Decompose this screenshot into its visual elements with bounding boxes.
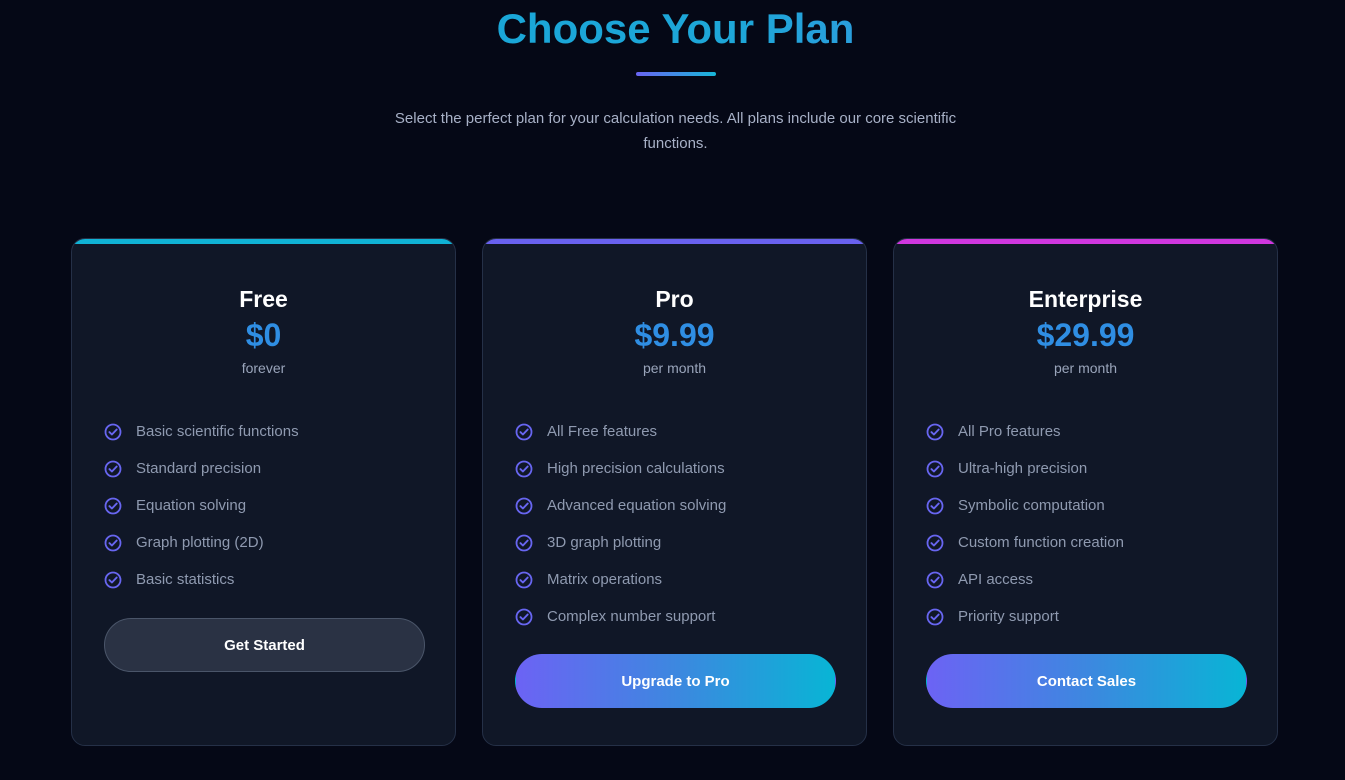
title-underline (636, 72, 716, 76)
check-circle-icon (515, 497, 533, 514)
check-circle-icon (515, 571, 533, 588)
pro-plan-features: All Free features High precision calcula… (515, 413, 835, 635)
feature-label: Matrix operations (547, 570, 663, 588)
enterprise-feature-api-access: API access (926, 561, 1246, 598)
feature-label: Priority support (958, 607, 1059, 625)
pro-feature-high-precision-calculations: High precision calculations (515, 450, 835, 487)
check-circle-icon (926, 534, 944, 551)
feature-label: Ultra-high precision (958, 459, 1088, 477)
free-plan-features: Basic scientific functions Standard prec… (104, 413, 424, 598)
check-circle-icon (104, 423, 122, 440)
free-plan-period: forever (241, 360, 286, 376)
check-circle-icon (104, 460, 122, 477)
feature-label: 3D graph plotting (547, 533, 662, 551)
enterprise-feature-symbolic-computation: Symbolic computation (926, 487, 1246, 524)
free-feature-graph-plotting-2d: Graph plotting (2D) (104, 524, 424, 561)
free-feature-equation-solving: Equation solving (104, 487, 424, 524)
check-circle-icon (926, 497, 944, 514)
pro-plan-price: $9.99 (634, 317, 715, 353)
pricing-page: Choose Your Plan Select the perfect plan… (0, 0, 1345, 780)
enterprise-feature-ultra-high-precision: Ultra-high precision (926, 450, 1246, 487)
pro-feature-all-free-features: All Free features (515, 413, 835, 450)
enterprise-plan-features: All Pro features Ultra-high precision Sy… (926, 413, 1246, 635)
check-circle-icon (104, 534, 122, 551)
feature-label: Complex number support (547, 607, 716, 625)
feature-label: Advanced equation solving (547, 496, 727, 514)
check-circle-icon (104, 497, 122, 514)
feature-label: Graph plotting (2D) (136, 533, 264, 551)
pro-plan-name: Pro (655, 286, 694, 312)
enterprise-feature-all-pro-features: All Pro features (926, 413, 1246, 450)
pro-feature-advanced-equation-solving: Advanced equation solving (515, 487, 835, 524)
contact-sales-button[interactable]: Contact Sales (926, 654, 1247, 708)
check-circle-icon (515, 423, 533, 440)
feature-label: Custom function creation (958, 533, 1124, 551)
enterprise-plan-price: $29.99 (1036, 317, 1135, 353)
feature-label: Symbolic computation (958, 496, 1105, 514)
enterprise-feature-custom-function-creation: Custom function creation (926, 524, 1246, 561)
pro-feature-complex-number-support: Complex number support (515, 598, 835, 635)
feature-label: Basic statistics (136, 570, 235, 588)
feature-label: Basic scientific functions (136, 422, 299, 440)
enterprise-feature-priority-support: Priority support (926, 598, 1246, 635)
check-circle-icon (515, 534, 533, 551)
feature-label: Equation solving (136, 496, 247, 514)
check-circle-icon (926, 423, 944, 440)
check-circle-icon (515, 608, 533, 625)
check-circle-icon (926, 460, 944, 477)
free-plan-card: Free $0 forever Basic scientific functio… (71, 238, 456, 746)
free-feature-basic-statistics: Basic statistics (104, 561, 424, 598)
enterprise-plan-name: Enterprise (1028, 286, 1143, 312)
check-circle-icon (515, 460, 533, 477)
get-started-button[interactable]: Get Started (104, 618, 425, 672)
feature-label: All Free features (547, 422, 658, 440)
free-feature-basic-scientific-functions: Basic scientific functions (104, 413, 424, 450)
enterprise-plan-card: Enterprise $29.99 per month All Pro feat… (893, 238, 1278, 746)
feature-label: API access (958, 570, 1034, 588)
check-circle-icon (926, 571, 944, 588)
free-plan-price: $0 (245, 317, 282, 353)
page-title: Choose Your Plan (0, 5, 1345, 53)
pro-plan-period: per month (642, 360, 707, 376)
feature-label: Standard precision (136, 459, 262, 477)
free-plan-name: Free (239, 286, 288, 312)
feature-label: All Pro features (958, 422, 1061, 440)
check-circle-icon (104, 571, 122, 588)
feature-label: High precision calculations (547, 459, 725, 477)
pro-feature-3d-graph-plotting: 3D graph plotting (515, 524, 835, 561)
page-subtitle: Select the perfect plan for your calcula… (394, 110, 957, 152)
enterprise-plan-period: per month (1053, 360, 1118, 376)
check-circle-icon (926, 608, 944, 625)
upgrade-to-pro-button[interactable]: Upgrade to Pro (515, 654, 836, 708)
pro-feature-matrix-operations: Matrix operations (515, 561, 835, 598)
free-feature-standard-precision: Standard precision (104, 450, 424, 487)
pro-plan-card: Pro $9.99 per month All Free features Hi… (482, 238, 867, 746)
